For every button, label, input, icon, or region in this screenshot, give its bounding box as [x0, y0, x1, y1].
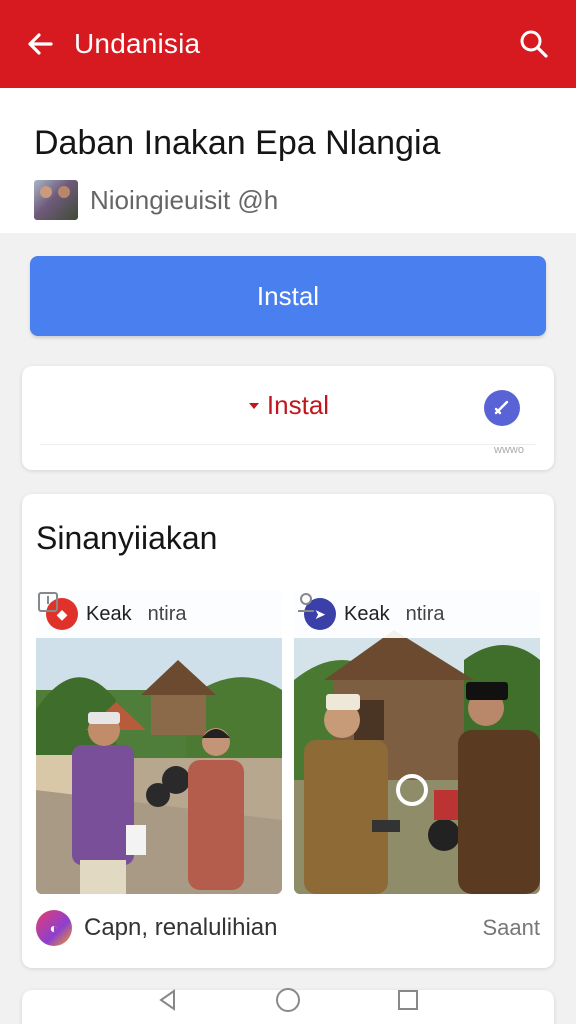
source-name: Keak — [344, 602, 390, 625]
secondary-install-label: Instal — [266, 390, 330, 420]
small-caption: wwwo — [494, 444, 524, 456]
screenshot-card[interactable]: ◆ Keak ntira — [36, 590, 282, 894]
divider — [40, 444, 536, 445]
source-caption: ntira — [147, 602, 187, 625]
back-button[interactable] — [20, 24, 60, 64]
source-name: Keak — [86, 602, 132, 625]
screenshots-section: Sinanyiiakan ◆ Keak ntira ➤ Keak ntira ◐… — [22, 494, 554, 968]
developer-row[interactable]: Nioingieuisit @h — [34, 180, 278, 220]
circle-home-icon — [276, 988, 300, 1012]
screenshot-header: ➤ Keak ntira — [294, 590, 540, 638]
app-logo-icon: ◐ — [36, 910, 72, 946]
arrow-left-icon — [28, 33, 53, 55]
screenshot-header: ◆ Keak ntira — [36, 590, 282, 638]
triangle-back-icon — [159, 989, 175, 1011]
section-footer[interactable]: ◐ Capn, renalulihian Saant — [36, 908, 540, 948]
install-button[interactable]: Instal — [30, 256, 546, 336]
check-icon — [494, 400, 509, 415]
system-nav-bar — [0, 976, 576, 1024]
square-recents-icon — [398, 990, 418, 1010]
footer-text: Capn, renalulihian — [84, 914, 278, 941]
app-bar-title: Undanisia — [74, 28, 201, 59]
verified-badge[interactable] — [484, 390, 520, 426]
developer-avatar — [34, 180, 78, 220]
secondary-install-card: Instal wwwo — [22, 366, 554, 470]
nav-back-button[interactable] — [153, 985, 183, 1015]
app-name: Daban Inakan Epa Nlangia — [34, 124, 441, 162]
chevron-down-icon — [248, 402, 259, 409]
section-title: Sinanyiiakan — [36, 520, 218, 556]
nav-home-button[interactable] — [273, 985, 303, 1015]
developer-name: Nioingieuisit @h — [90, 184, 279, 215]
person-icon[interactable] — [298, 593, 530, 627]
search-button[interactable] — [512, 22, 556, 66]
source-caption: ntira — [405, 602, 445, 625]
secondary-install-button[interactable]: Instal — [22, 390, 554, 421]
nav-recents-button[interactable] — [393, 985, 423, 1015]
footer-right-text: Saant — [482, 915, 541, 940]
app-bar: Undanisia — [0, 0, 576, 88]
screenshot-card[interactable]: ➤ Keak ntira — [294, 590, 540, 894]
app-header: Daban Inakan Epa Nlangia Nioingieuisit @… — [0, 88, 576, 233]
bookmark-icon[interactable] — [38, 592, 272, 627]
search-icon — [520, 30, 548, 58]
